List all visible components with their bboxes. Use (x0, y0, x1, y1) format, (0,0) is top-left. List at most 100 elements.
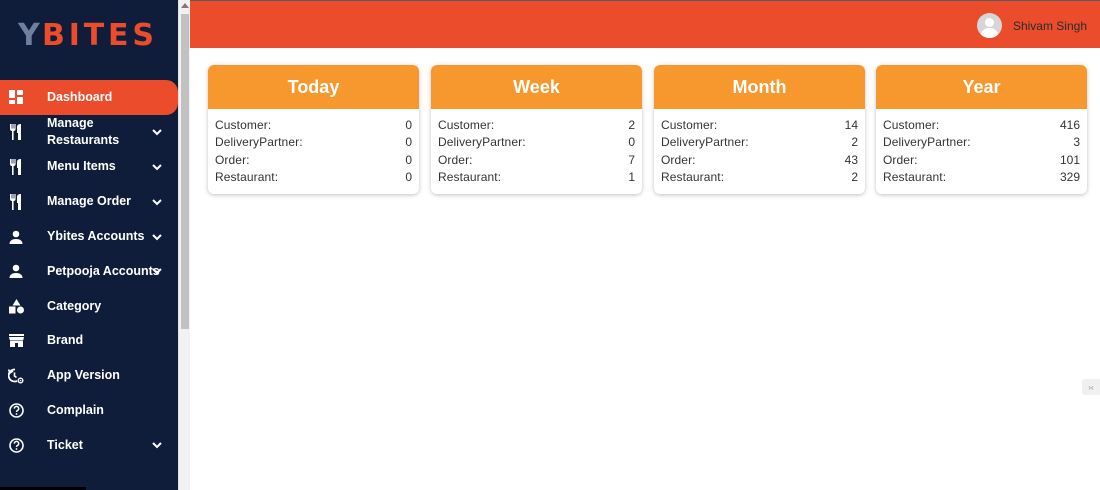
stat-value: 7 (628, 152, 635, 167)
sidebar-item-complain[interactable]: Complain (0, 393, 178, 428)
fork-knife-icon (8, 124, 24, 141)
sidebar-item-manage-order[interactable]: Manage Order (0, 184, 178, 219)
stat-value: 416 (1059, 118, 1080, 132)
stat-label: DeliveryPartner: (215, 135, 303, 150)
stats-card-week: Week Customer: 2 DeliveryPartner: 0 Order:… (431, 65, 642, 194)
stat-row-customer: Customer: 2 (438, 117, 635, 134)
stat-label: DeliveryPartner: (661, 135, 749, 150)
stat-value: 329 (1059, 169, 1080, 184)
stat-value: 3 (1073, 135, 1080, 150)
stat-value: 0 (628, 135, 635, 150)
sidebar-item-ticket[interactable]: Ticket (0, 428, 178, 463)
stat-value: 2 (628, 118, 635, 132)
sidebar-item-menu-items[interactable]: Menu Items (0, 150, 178, 185)
sidebar-item-label: Manage Order (47, 194, 132, 209)
person-icon (8, 263, 24, 279)
stat-row-customer: Customer: 0 (215, 117, 412, 134)
stat-row-delivery-partner: DeliveryPartner: 0 (438, 134, 635, 151)
stat-row-delivery-partner: DeliveryPartner: 2 (661, 134, 858, 151)
store-icon (8, 333, 24, 349)
stat-row-order: Order: 43 (661, 152, 858, 169)
sidebar-item-app-version[interactable]: App Version (0, 358, 178, 393)
stat-label: Restaurant: (215, 169, 279, 184)
settings-history-icon (8, 368, 24, 384)
fork-knife-icon (8, 193, 24, 210)
shapes-icon (8, 298, 24, 314)
stat-value: 43 (844, 152, 858, 167)
sidebar: Y BITES Dashboard Manage Restaurants Men… (0, 0, 178, 490)
stat-row-restaurant: Restaurant: 329 (883, 169, 1080, 186)
card-body: Customer: 416 DeliveryPartner: 3 Order: 101… (876, 109, 1087, 186)
sidebar-item-ybites-accounts[interactable]: Ybites Accounts (0, 219, 178, 254)
stat-label: Restaurant: (883, 169, 947, 184)
stat-label: Customer: (215, 118, 272, 132)
stat-label: DeliveryPartner: (883, 135, 971, 150)
user-name: Shivam Singh (1012, 18, 1087, 33)
card-title: Today (208, 65, 419, 109)
card-title: Year (876, 65, 1087, 109)
ybites-logo[interactable]: Y BITES (18, 16, 158, 52)
sidebar-item-label: Brand (47, 333, 84, 348)
dashboard-grid-icon (8, 89, 24, 105)
stat-value: 0 (405, 152, 412, 167)
stat-label: Customer: (661, 118, 718, 132)
stat-value: 101 (1059, 152, 1080, 167)
sidebar-item-label: Category (47, 298, 102, 313)
sidebar-item-label: Petpooja Accounts (47, 263, 160, 278)
stat-value: 2 (851, 135, 858, 150)
stats-card-year: Year Customer: 416 DeliveryPartner: 3 Orde… (876, 65, 1087, 194)
stat-value: 0 (405, 169, 412, 184)
stats-card-month: Month Customer: 14 DeliveryPartner: 2 Orde… (654, 65, 865, 194)
stat-label: Order: (883, 152, 918, 167)
stat-row-customer: Customer: 14 (661, 117, 858, 134)
chevron-down-icon (152, 129, 162, 136)
chevron-down-icon (152, 199, 162, 206)
svg-text:Y: Y (18, 18, 41, 52)
sidebar-item-label: App Version (47, 368, 120, 383)
sidebar-nav: Dashboard Manage Restaurants Menu Items (0, 80, 178, 463)
stat-label: Order: (438, 152, 473, 167)
stat-row-customer: Customer: 416 (883, 117, 1080, 134)
card-title: Week (431, 65, 642, 109)
sidebar-item-manage-restaurants[interactable]: Manage Restaurants (0, 115, 178, 150)
stat-label: DeliveryPartner: (438, 135, 526, 150)
sidebar-item-label: Dashboard (47, 89, 113, 104)
help-circle-icon (8, 403, 24, 419)
sidebar-item-category[interactable]: Category (0, 289, 178, 324)
scroll-up-arrow-icon[interactable] (181, 3, 189, 8)
sidebar-item-label: Ybites Accounts (47, 229, 145, 244)
top-header: Shivam Singh (190, 0, 1100, 48)
stat-row-delivery-partner: DeliveryPartner: 0 (215, 134, 412, 151)
stat-label: Customer: (438, 118, 495, 132)
stat-value: 0 (405, 135, 412, 150)
stat-row-order: Order: 0 (215, 152, 412, 169)
app-root: Y BITES Dashboard Manage Restaurants Men… (0, 0, 1100, 490)
stat-row-restaurant: Restaurant: 0 (215, 169, 412, 186)
stat-row-delivery-partner: DeliveryPartner: 3 (883, 134, 1080, 151)
sidebar-item-label: Manage Restaurants (47, 116, 120, 148)
sidebar-item-label: Ticket (47, 437, 83, 452)
stat-row-restaurant: Restaurant: 1 (438, 169, 635, 186)
avatar[interactable] (976, 13, 1002, 38)
user-menu[interactable]: Shivam Singh (976, 13, 1087, 38)
stat-label: Restaurant: (661, 169, 725, 184)
sidebar-item-petpooja-accounts[interactable]: Petpooja Accounts (0, 254, 178, 289)
scrollbar-thumb[interactable] (181, 14, 189, 329)
stat-value: 0 (405, 118, 412, 132)
sidebar-item-label: Complain (47, 403, 104, 418)
stat-value: 1 (628, 169, 635, 184)
sidebar-scrollbar[interactable] (178, 0, 190, 490)
chevron-down-icon (152, 268, 162, 275)
floating-widget-handle[interactable]: ›‹ (1082, 379, 1100, 395)
stat-row-order: Order: 101 (883, 152, 1080, 169)
card-title: Month (654, 65, 865, 109)
stat-label: Order: (215, 152, 250, 167)
sidebar-item-brand[interactable]: Brand (0, 324, 178, 359)
chevron-down-icon (152, 164, 162, 171)
help-circle-icon (8, 437, 24, 453)
stat-value: 14 (844, 118, 858, 132)
fork-knife-icon (8, 158, 24, 175)
stat-label: Restaurant: (438, 169, 502, 184)
sidebar-item-dashboard[interactable]: Dashboard (0, 80, 178, 115)
sidebar-item-label: Menu Items (47, 159, 116, 174)
